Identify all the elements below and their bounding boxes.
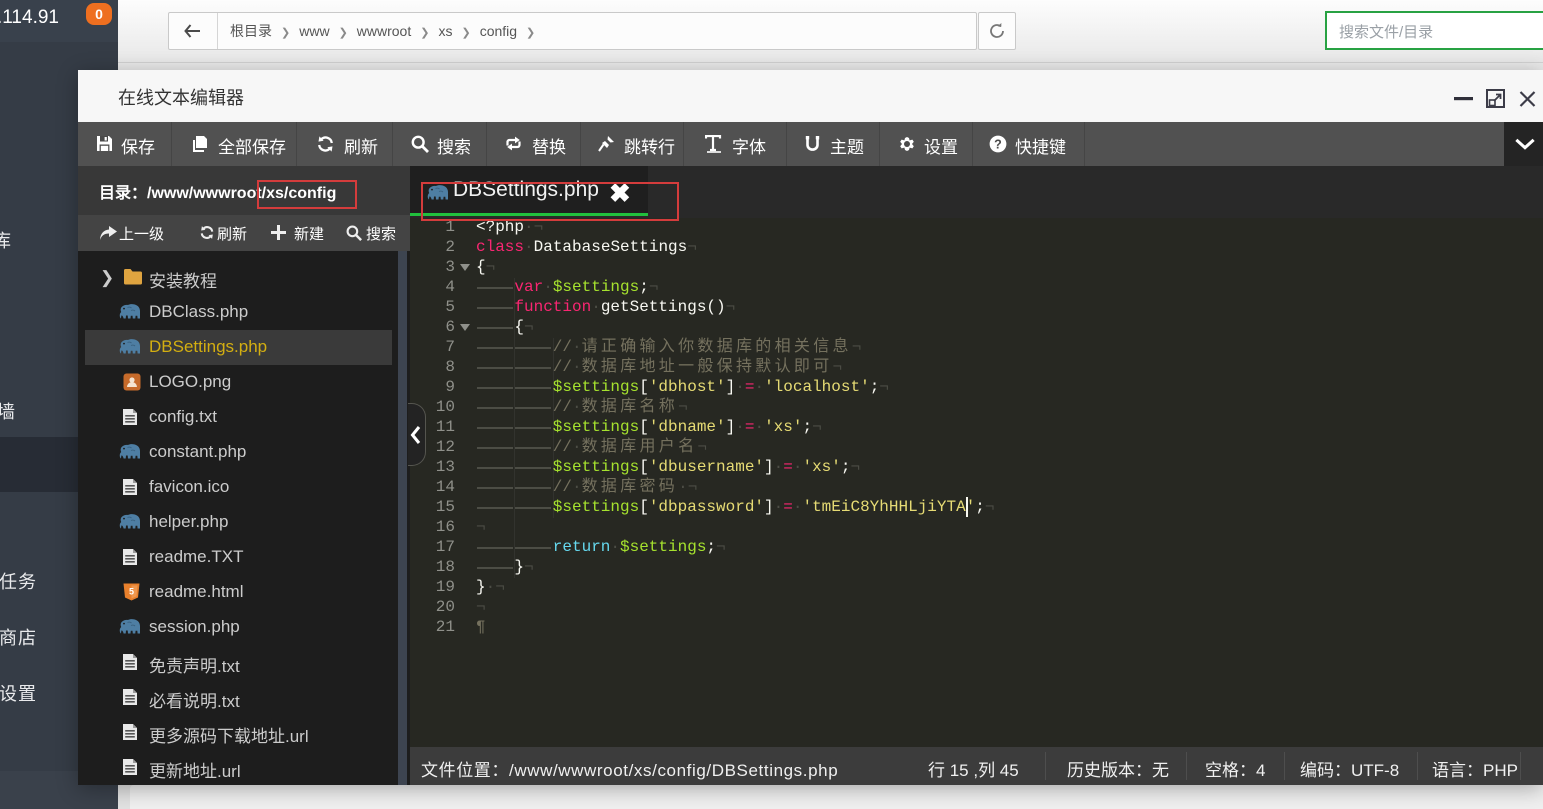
svg-text:?: ? [994,137,1002,151]
svg-text:5: 5 [129,587,134,597]
